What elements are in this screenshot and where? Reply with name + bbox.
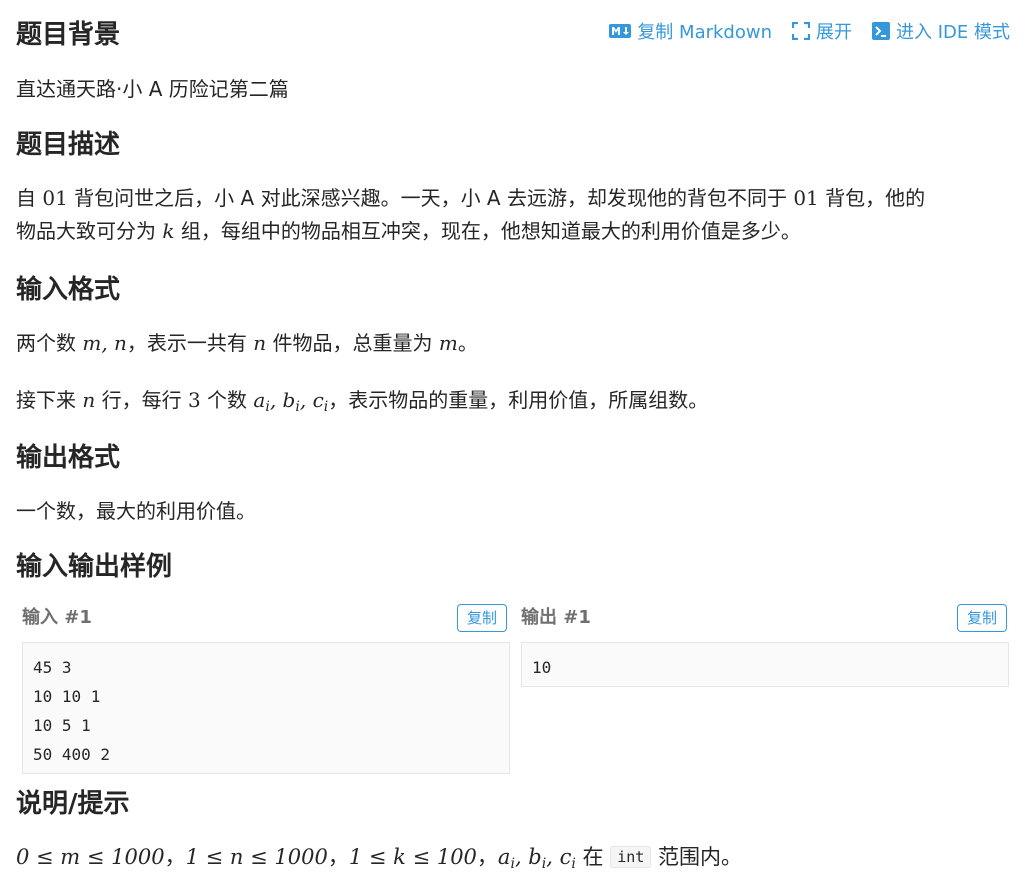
expand-label: 展开 (816, 22, 852, 43)
sample-output-box[interactable]: 10 (521, 642, 1009, 687)
sample-input-label: 输入 #1 (22, 607, 92, 628)
problem-toolbar: 复制 Markdown 展开 进入 IDE 模式 (609, 18, 1010, 44)
markdown-icon (609, 24, 632, 38)
description-line-1: 自 01 背包问世之后，小 A 对此深感兴趣。一天，小 A 去远游，却发现他的背… (16, 186, 926, 210)
description-heading: 题目描述 (16, 130, 121, 160)
output-format-heading: 输出格式 (16, 443, 121, 473)
background-text: 直达通天路·小 A 历险记第二篇 (16, 77, 289, 101)
sample-input-line: 10 10 1 (33, 687, 101, 706)
input-format-line-2: 接下来 n 行，每行 3 个数 ai, bi, ci，表示物品的重量，利用价值，… (16, 388, 709, 415)
int-code: int (610, 846, 652, 868)
ide-mode-label: 进入 IDE 模式 (896, 22, 1010, 43)
sample-output-line: 10 (532, 658, 552, 677)
hint-text: 0 ≤ m ≤ 1000，1 ≤ n ≤ 1000，1 ≤ k ≤ 100，ai… (16, 845, 742, 872)
sample-input-box[interactable]: 45 3 10 10 1 10 5 1 50 400 2 (22, 642, 510, 774)
hint-heading: 说明/提示 (16, 789, 130, 819)
input-format-line-1: 两个数 m, n，表示一共有 n 件物品，总重量为 m。 (16, 331, 478, 355)
terminal-icon (872, 22, 890, 40)
sample-input-line: 50 400 2 (33, 745, 111, 764)
copy-markdown-button[interactable]: 复制 Markdown (609, 18, 772, 44)
copy-input-button[interactable]: 复制 (457, 604, 507, 632)
samples-heading: 输入输出样例 (16, 552, 173, 582)
input-format-heading: 输入格式 (16, 275, 121, 305)
sample-output-label: 输出 #1 (521, 607, 591, 628)
sample-input-line: 10 5 1 (33, 716, 91, 735)
ide-mode-button[interactable]: 进入 IDE 模式 (872, 18, 1010, 44)
copy-output-button[interactable]: 复制 (957, 604, 1007, 632)
copy-markdown-label: 复制 Markdown (637, 22, 772, 43)
expand-icon (792, 22, 810, 40)
description-line-2: 物品大致可分为 k 组，每组中的物品相互冲突，现在，他想知道最大的利用价值是多少… (16, 219, 801, 243)
sample-input-line: 45 3 (33, 658, 72, 677)
output-format-text: 一个数，最大的利用价值。 (16, 499, 256, 523)
background-heading: 题目背景 (16, 20, 121, 50)
expand-button[interactable]: 展开 (792, 18, 852, 44)
